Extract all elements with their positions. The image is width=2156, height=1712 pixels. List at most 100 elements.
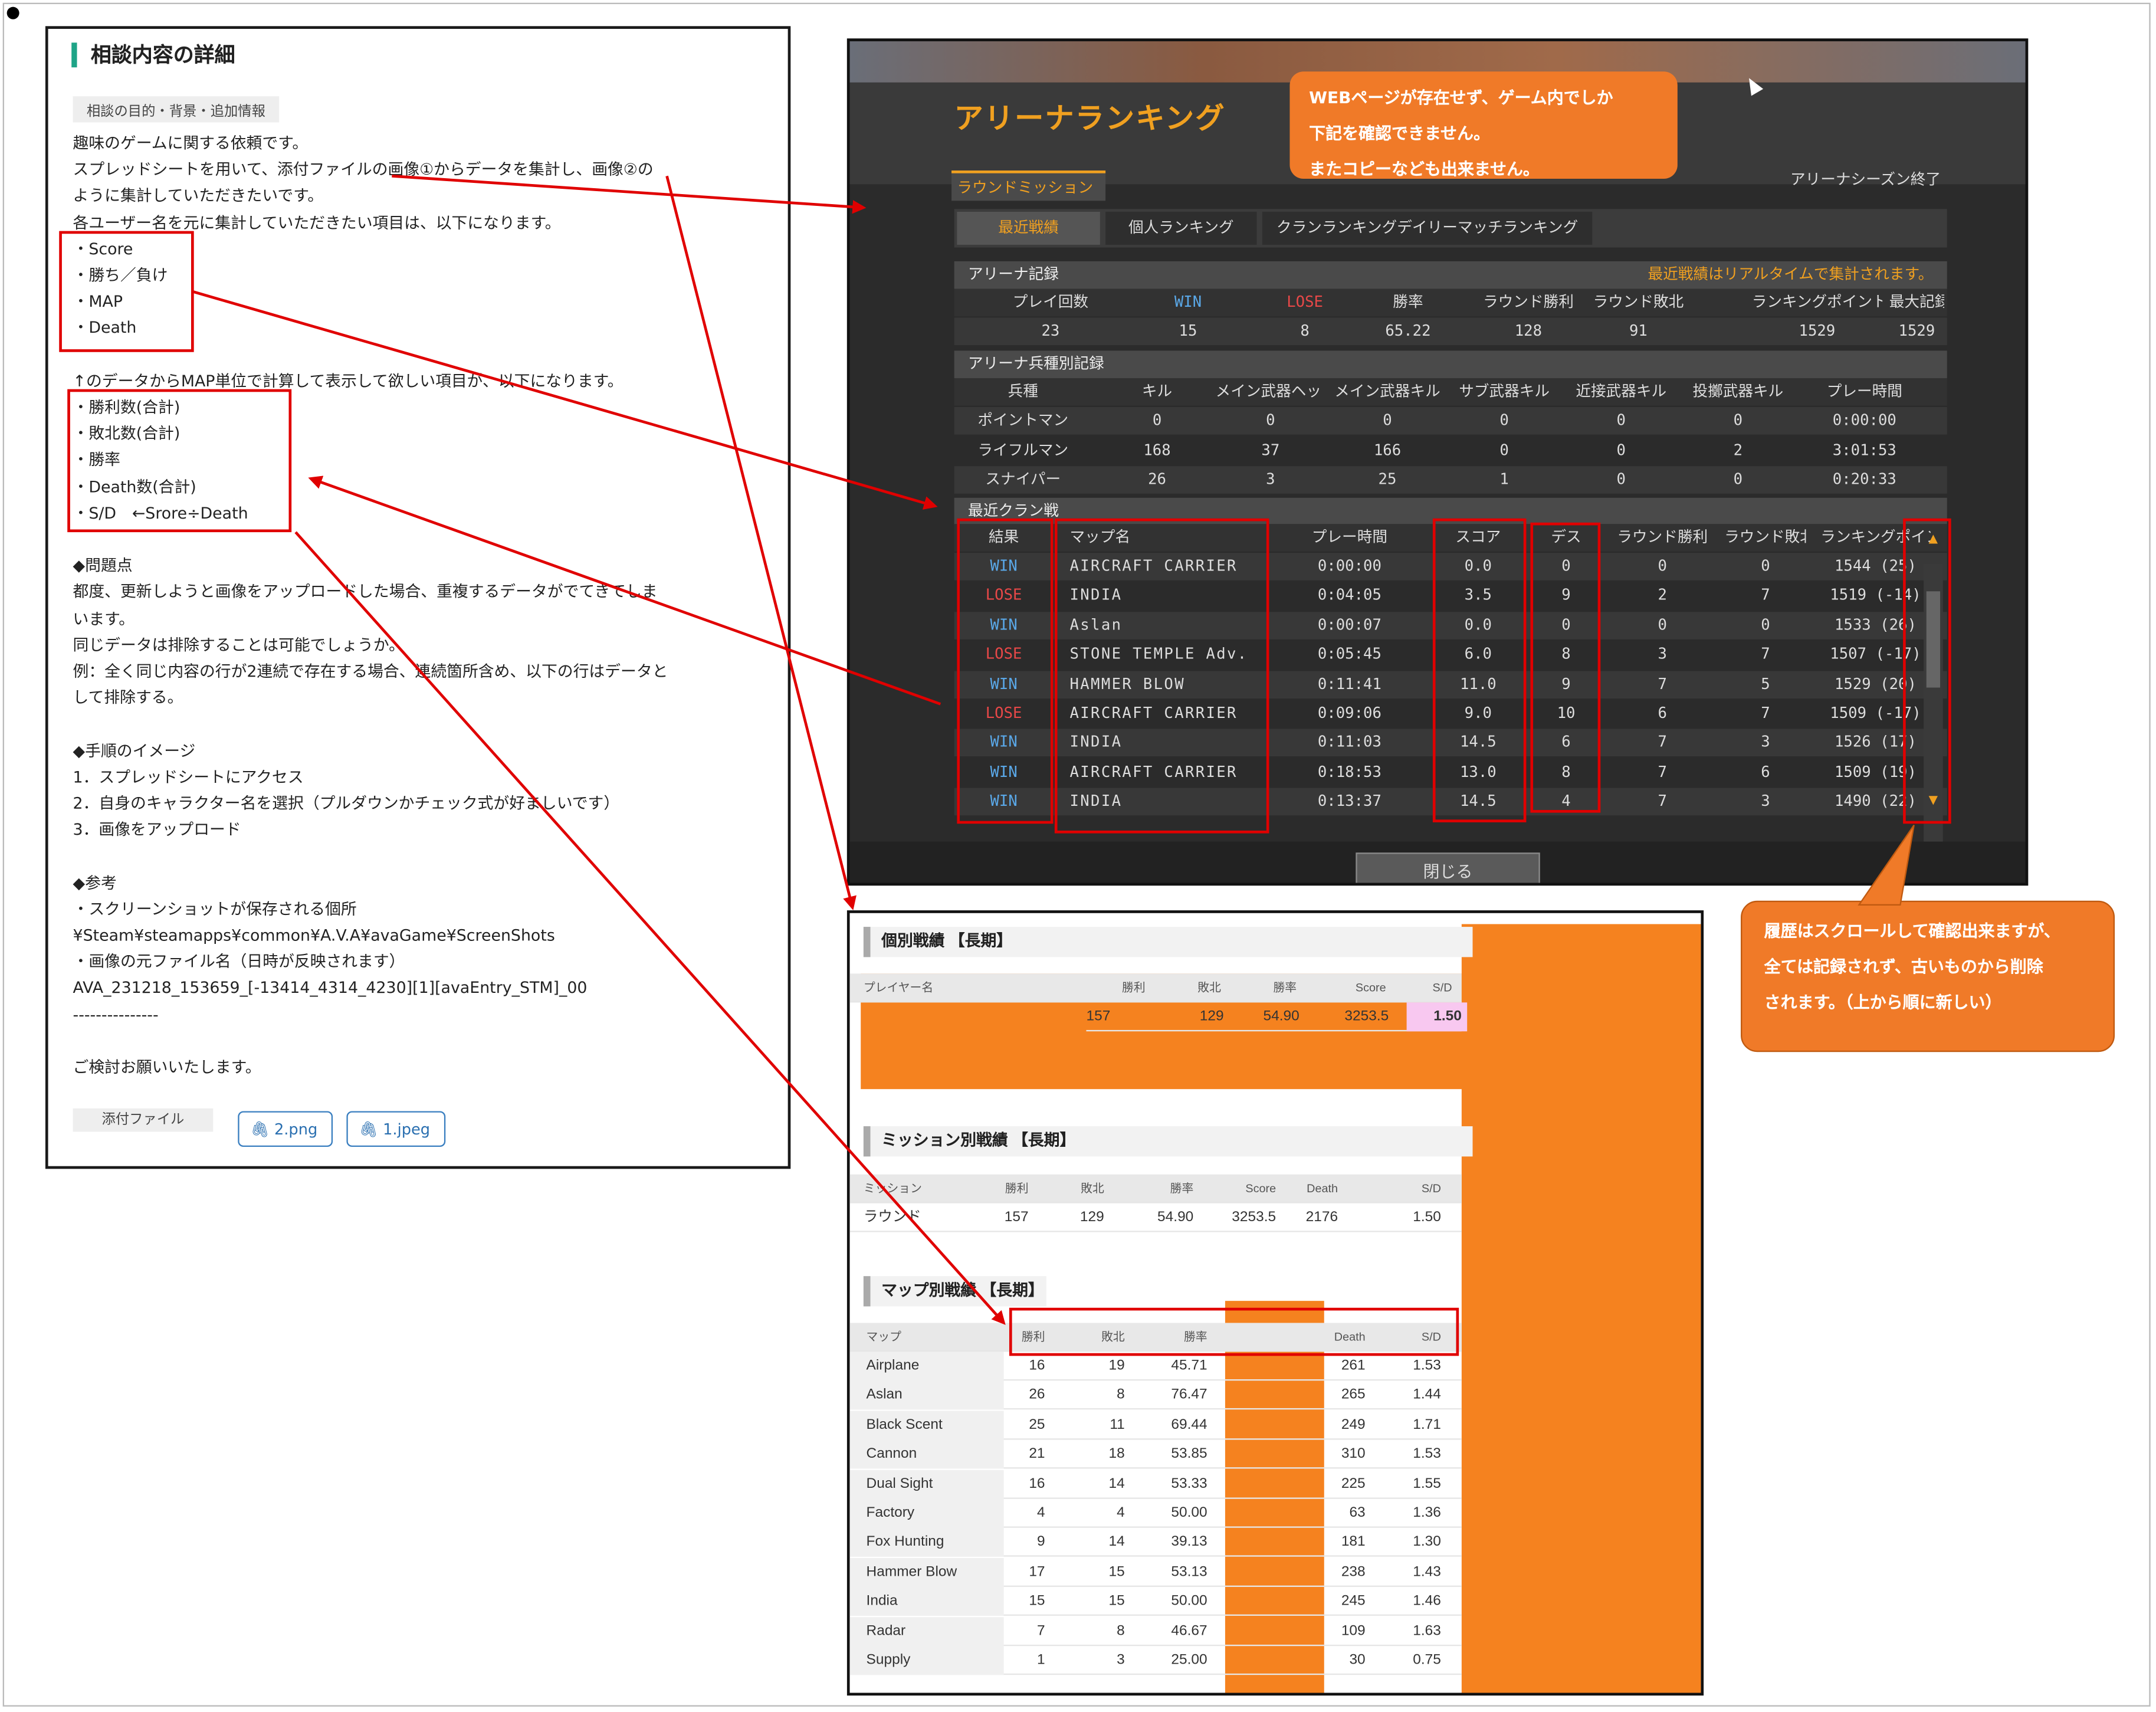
arena-header-cell: ラウンド勝利 — [1482, 293, 1574, 311]
detail-line: ◆手順のイメージ — [73, 740, 196, 760]
map-row: Cannon 21 18 53.85 310 1.53 — [849, 1439, 1462, 1469]
clan-cell: 7 — [1761, 704, 1770, 722]
map-cell: 14 — [1108, 1475, 1125, 1492]
arena-ranking-title: アリーナランキング — [954, 101, 1226, 135]
map-cell: 7 — [1036, 1622, 1045, 1639]
detail-line: ように集計していただきたいです。 — [73, 186, 324, 206]
orange-mask-right — [1461, 924, 1701, 1693]
class-cell: 0 — [1499, 441, 1509, 459]
annotation-box-death — [1530, 522, 1601, 813]
map-cell: 1.55 — [1413, 1475, 1441, 1492]
attachment-filename: 2.png — [274, 1120, 318, 1139]
class-header-cell: メイン武器ヘッドショット — [1215, 382, 1325, 401]
mission-header-cell: Death — [1307, 1181, 1338, 1195]
map-cell: Airplane — [849, 1352, 1004, 1381]
tab-personal-ranking[interactable]: 個人ランキング — [1105, 211, 1257, 245]
map-cell: 1.44 — [1413, 1386, 1441, 1403]
clan-cell: 7 — [1761, 645, 1770, 663]
clan-cell: 7 — [1658, 733, 1667, 752]
class-cell: ライフルマン — [977, 441, 1069, 459]
close-button[interactable]: 閉じる — [1356, 852, 1540, 883]
map-header-cell: マップ — [866, 1330, 902, 1344]
mission-value-cell: 1.50 — [1413, 1208, 1441, 1225]
paperclip-icon: 🖇 — [250, 1120, 270, 1139]
tab-round-mission[interactable]: ラウンドミッション — [951, 170, 1106, 201]
clan-cell: 7 — [1761, 586, 1770, 605]
individual-value-cell: 3253.5 — [1344, 1008, 1389, 1025]
arena-value-cell: 128 — [1514, 322, 1543, 340]
class-cell: 166 — [1373, 441, 1402, 459]
map-cell: 39.13 — [1171, 1533, 1207, 1550]
bullet-dot — [6, 6, 19, 19]
callout-line: 下記を確認できません。 — [1309, 123, 1491, 143]
mission-value-cell: 54.90 — [1157, 1208, 1194, 1225]
map-cell: 63 — [1349, 1504, 1366, 1521]
map-row: Supply 1 3 25.00 30 0.75 — [849, 1646, 1462, 1675]
clan-cell: 5 — [1761, 674, 1770, 693]
class-header-cell: 兵種 — [1008, 382, 1038, 401]
callout-line: またコピーなども出来ません。 — [1309, 159, 1540, 179]
mission-header-cell: ミッション — [863, 1181, 922, 1195]
arena-record-header: アリーナ記録 最近戦績はリアルタイムで集計されます。 — [954, 261, 1947, 289]
clan-cell: 7 — [1658, 674, 1667, 693]
map-cell: 265 — [1341, 1386, 1366, 1403]
detail-title: 相談内容の詳細 — [71, 42, 235, 68]
detail-line: ¥Steam¥steamapps¥common¥A.V.A¥avaGame¥Sc… — [73, 925, 555, 945]
clan-cell: 3 — [1761, 792, 1770, 811]
detail-line: 趣味のゲームに関する依頼です。 — [73, 133, 309, 153]
callout-no-web: WEBページが存在せず、ゲーム内でしか 下記を確認できません。 またコピーなども… — [1289, 71, 1678, 179]
annotation-box-map-headers — [1009, 1307, 1459, 1356]
mission-value-cell: 2176 — [1305, 1208, 1338, 1225]
detail-line: して排除する。 — [73, 687, 183, 707]
class-cell: 0 — [1616, 411, 1626, 429]
class-cell: 3 — [1266, 470, 1275, 488]
arena-header-row: プレイ回数 WIN LOSE 勝率 ラウンド勝利 ラウンド敗北 ランキングポイント 最大記録 — [954, 288, 1947, 317]
map-cell: 8 — [1117, 1622, 1125, 1639]
map-cell: 50.00 — [1171, 1504, 1207, 1521]
callout-line: 全ては記録されず、古いものから削除 — [1764, 957, 2043, 977]
map-cell: 19 — [1108, 1357, 1125, 1374]
map-cell: 18 — [1108, 1445, 1125, 1462]
map-record-title: マップ別戦績 【長期】 — [863, 1276, 1046, 1307]
map-cell: Factory — [849, 1498, 1004, 1528]
detail-line: ◆参考 — [73, 873, 117, 892]
map-cell: 15 — [1108, 1592, 1125, 1609]
map-cell: Dual Sight — [849, 1469, 1004, 1498]
map-row: Hammer Blow 17 15 53.13 238 1.43 — [849, 1557, 1462, 1587]
arena-value-cell: 1529 — [1799, 322, 1836, 340]
section-title: アリーナ兵種別記録 — [968, 355, 1104, 373]
map-cell: 225 — [1341, 1475, 1366, 1492]
map-cell: 249 — [1341, 1416, 1366, 1433]
detail-line: ↑のデータからMAP単位で計算して表示して欲しい項目が、以下になります。 — [73, 370, 623, 391]
callout-history-scroll: 履歴はスクロールして確認出来ますが、 全ては記録されず、古いものから削除 されま… — [1741, 900, 2115, 1052]
map-cell: 9 — [1036, 1533, 1045, 1550]
mission-record-title: ミッション別戦績 【長期】 — [863, 1126, 1473, 1157]
class-cell: 0 — [1616, 470, 1626, 488]
detail-line: 都度、更新しようと画像をアップロードした場合、重複するデータがでてきてしま — [73, 582, 658, 602]
map-row: Black Scent 25 11 69.44 249 1.71 — [849, 1411, 1462, 1440]
class-cell: 168 — [1143, 441, 1171, 459]
map-cell: 245 — [1341, 1592, 1366, 1609]
arena-header-cell: 勝率 — [1393, 293, 1423, 311]
clan-cell: 0 — [1658, 615, 1667, 634]
class-record-header: アリーナ兵種別記録 — [954, 350, 1947, 379]
detail-line: スプレッドシートを用いて、添付ファイルの画像①からデータを集計し、画像②の — [73, 159, 654, 179]
clan-cell: 0:04:05 — [1317, 586, 1381, 605]
map-cell: 25.00 — [1171, 1651, 1207, 1668]
tab-recent-record[interactable]: 最近戦績 — [957, 211, 1100, 245]
detail-line: ・画像の元ファイル名（日時が反映されます） — [73, 952, 405, 972]
clan-cell: 6 — [1658, 704, 1667, 722]
class-cell: 0 — [1266, 411, 1275, 429]
map-cell: Radar — [849, 1616, 1004, 1646]
map-cell: 1.71 — [1413, 1416, 1441, 1433]
map-cell: 310 — [1341, 1445, 1366, 1462]
clan-cell: 7 — [1658, 792, 1667, 811]
attachment-2png[interactable]: 🖇 2.png — [238, 1111, 333, 1147]
class-header-cell: キル — [1141, 382, 1173, 401]
attachment-1jpeg[interactable]: 🖇 1.jpeg — [346, 1111, 446, 1147]
spreadsheet-result-panel: 個別戦績 【長期】 プレイヤー名 勝利 敗北 勝率 Score S/D 157 129 54.9… — [846, 910, 1704, 1696]
tab-clan-daily-ranking[interactable]: クランランキングデイリーマッチランキング — [1262, 211, 1593, 245]
class-row: スナイパー 26 3 25 1 0 0 0:20:33 — [954, 466, 1947, 494]
class-cell: 1 — [1499, 470, 1509, 488]
clan-cell: 0:18:53 — [1317, 763, 1381, 781]
